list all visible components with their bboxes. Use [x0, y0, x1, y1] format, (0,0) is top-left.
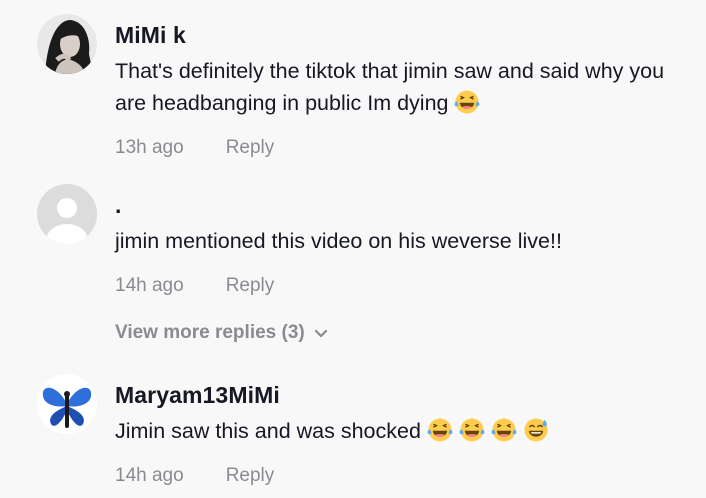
laughing-tears-emoji-icon: [455, 90, 480, 114]
comment-text-body: Jimin saw this and was shocked: [115, 419, 421, 443]
comment-timestamp: 13h ago: [115, 137, 184, 158]
comment-text-body: That's definitely the tiktok that jimin …: [115, 59, 665, 115]
reply-button[interactable]: Reply: [226, 465, 275, 487]
laughing-tears-emoji-icon: [427, 418, 453, 442]
chevron-down-icon: [314, 329, 327, 338]
comment-meta: 14h ago Reply: [115, 275, 686, 297]
comment-text: That's definitely the tiktok that jimin …: [115, 55, 686, 119]
view-more-replies-button[interactable]: View more replies (3): [115, 322, 329, 344]
avatar[interactable]: [37, 374, 97, 434]
username[interactable]: Maryam13MiMi: [115, 380, 686, 410]
comment-text-body: jimin mentioned this video on his wevers…: [115, 229, 562, 253]
reply-button[interactable]: Reply: [226, 137, 275, 159]
laughing-tears-emoji-icon: [459, 418, 485, 442]
laughing-tears-emoji-icon: [491, 418, 517, 442]
comment-timestamp: 14h ago: [115, 465, 184, 486]
comment-meta: 14h ago Reply: [115, 465, 686, 487]
username[interactable]: MiMi k: [115, 20, 686, 50]
comment-meta: 13h ago Reply: [115, 137, 686, 159]
comment-timestamp: 14h ago: [115, 275, 184, 296]
comment-text: jimin mentioned this video on his wevers…: [115, 225, 686, 257]
sweat-smile-emoji-icon: [524, 418, 548, 442]
butterfly-avatar-icon: [37, 374, 97, 434]
default-avatar-icon: [37, 184, 97, 244]
reply-button[interactable]: Reply: [226, 275, 275, 297]
username[interactable]: .: [115, 190, 686, 220]
avatar-photo-icon: [37, 14, 97, 74]
view-more-replies-label: View more replies (3): [115, 322, 305, 343]
avatar[interactable]: [37, 184, 97, 244]
avatar[interactable]: [37, 14, 97, 74]
comment-text: Jimin saw this and was shocked: [115, 415, 686, 447]
